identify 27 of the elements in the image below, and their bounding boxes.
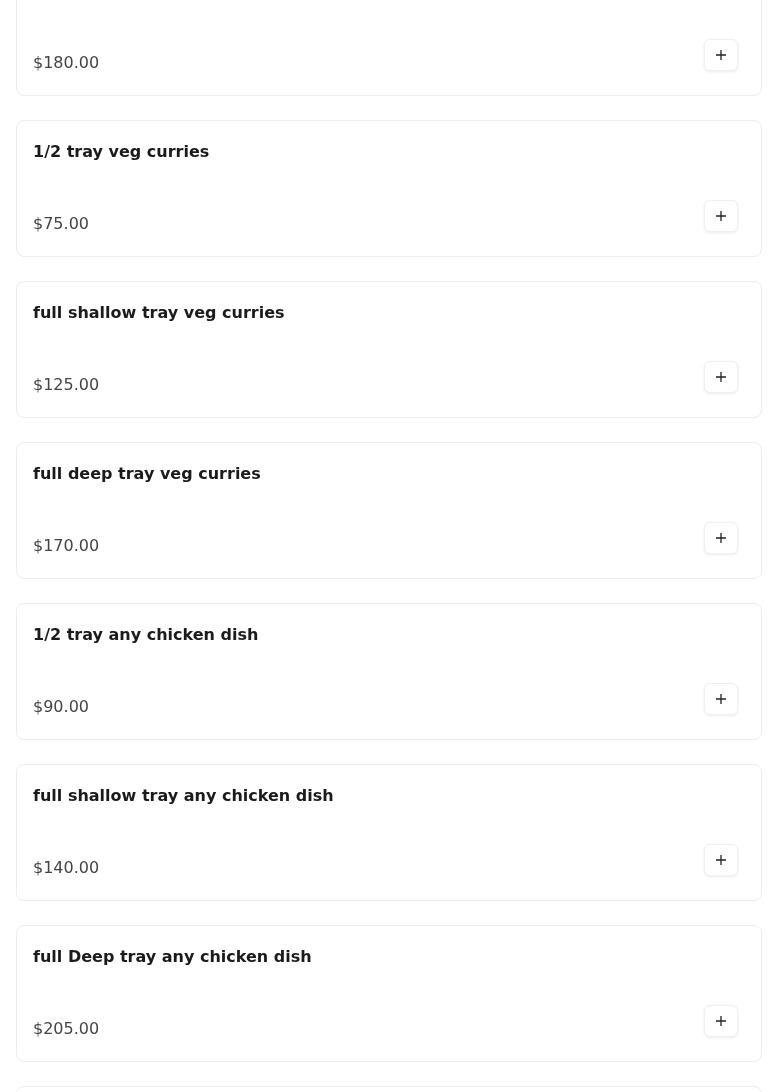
item-title: 1/2 tray any chicken dish — [33, 625, 260, 645]
plus-icon — [716, 855, 726, 865]
add-button[interactable] — [704, 1005, 738, 1037]
item-title: full shallow tray any chicken dish — [33, 786, 335, 806]
plus-icon — [716, 372, 726, 382]
plus-icon — [716, 1016, 726, 1026]
add-button[interactable] — [704, 522, 738, 554]
add-button[interactable] — [704, 683, 738, 715]
item-title: 1/2 tray veg curries — [33, 142, 211, 162]
item-price: $75.00 — [33, 214, 89, 233]
item-title: full deep tray veg curries — [33, 464, 262, 484]
item-price: $90.00 — [33, 697, 89, 716]
plus-icon — [716, 694, 726, 704]
item-price: $180.00 — [33, 53, 100, 72]
plus-icon — [716, 50, 726, 60]
plus-icon — [716, 211, 726, 221]
add-button[interactable] — [704, 361, 738, 393]
add-button[interactable] — [704, 844, 738, 876]
item-price: $170.00 — [33, 536, 100, 555]
add-button[interactable] — [704, 39, 738, 71]
item-price: $140.00 — [33, 858, 100, 877]
plus-icon — [716, 533, 726, 543]
add-button[interactable] — [704, 200, 738, 232]
item-title: full shallow tray veg curries — [33, 303, 286, 323]
item-title: full Deep tray any chicken dish — [33, 947, 313, 967]
item-price: $205.00 — [33, 1019, 100, 1038]
item-price: $125.00 — [33, 375, 100, 394]
